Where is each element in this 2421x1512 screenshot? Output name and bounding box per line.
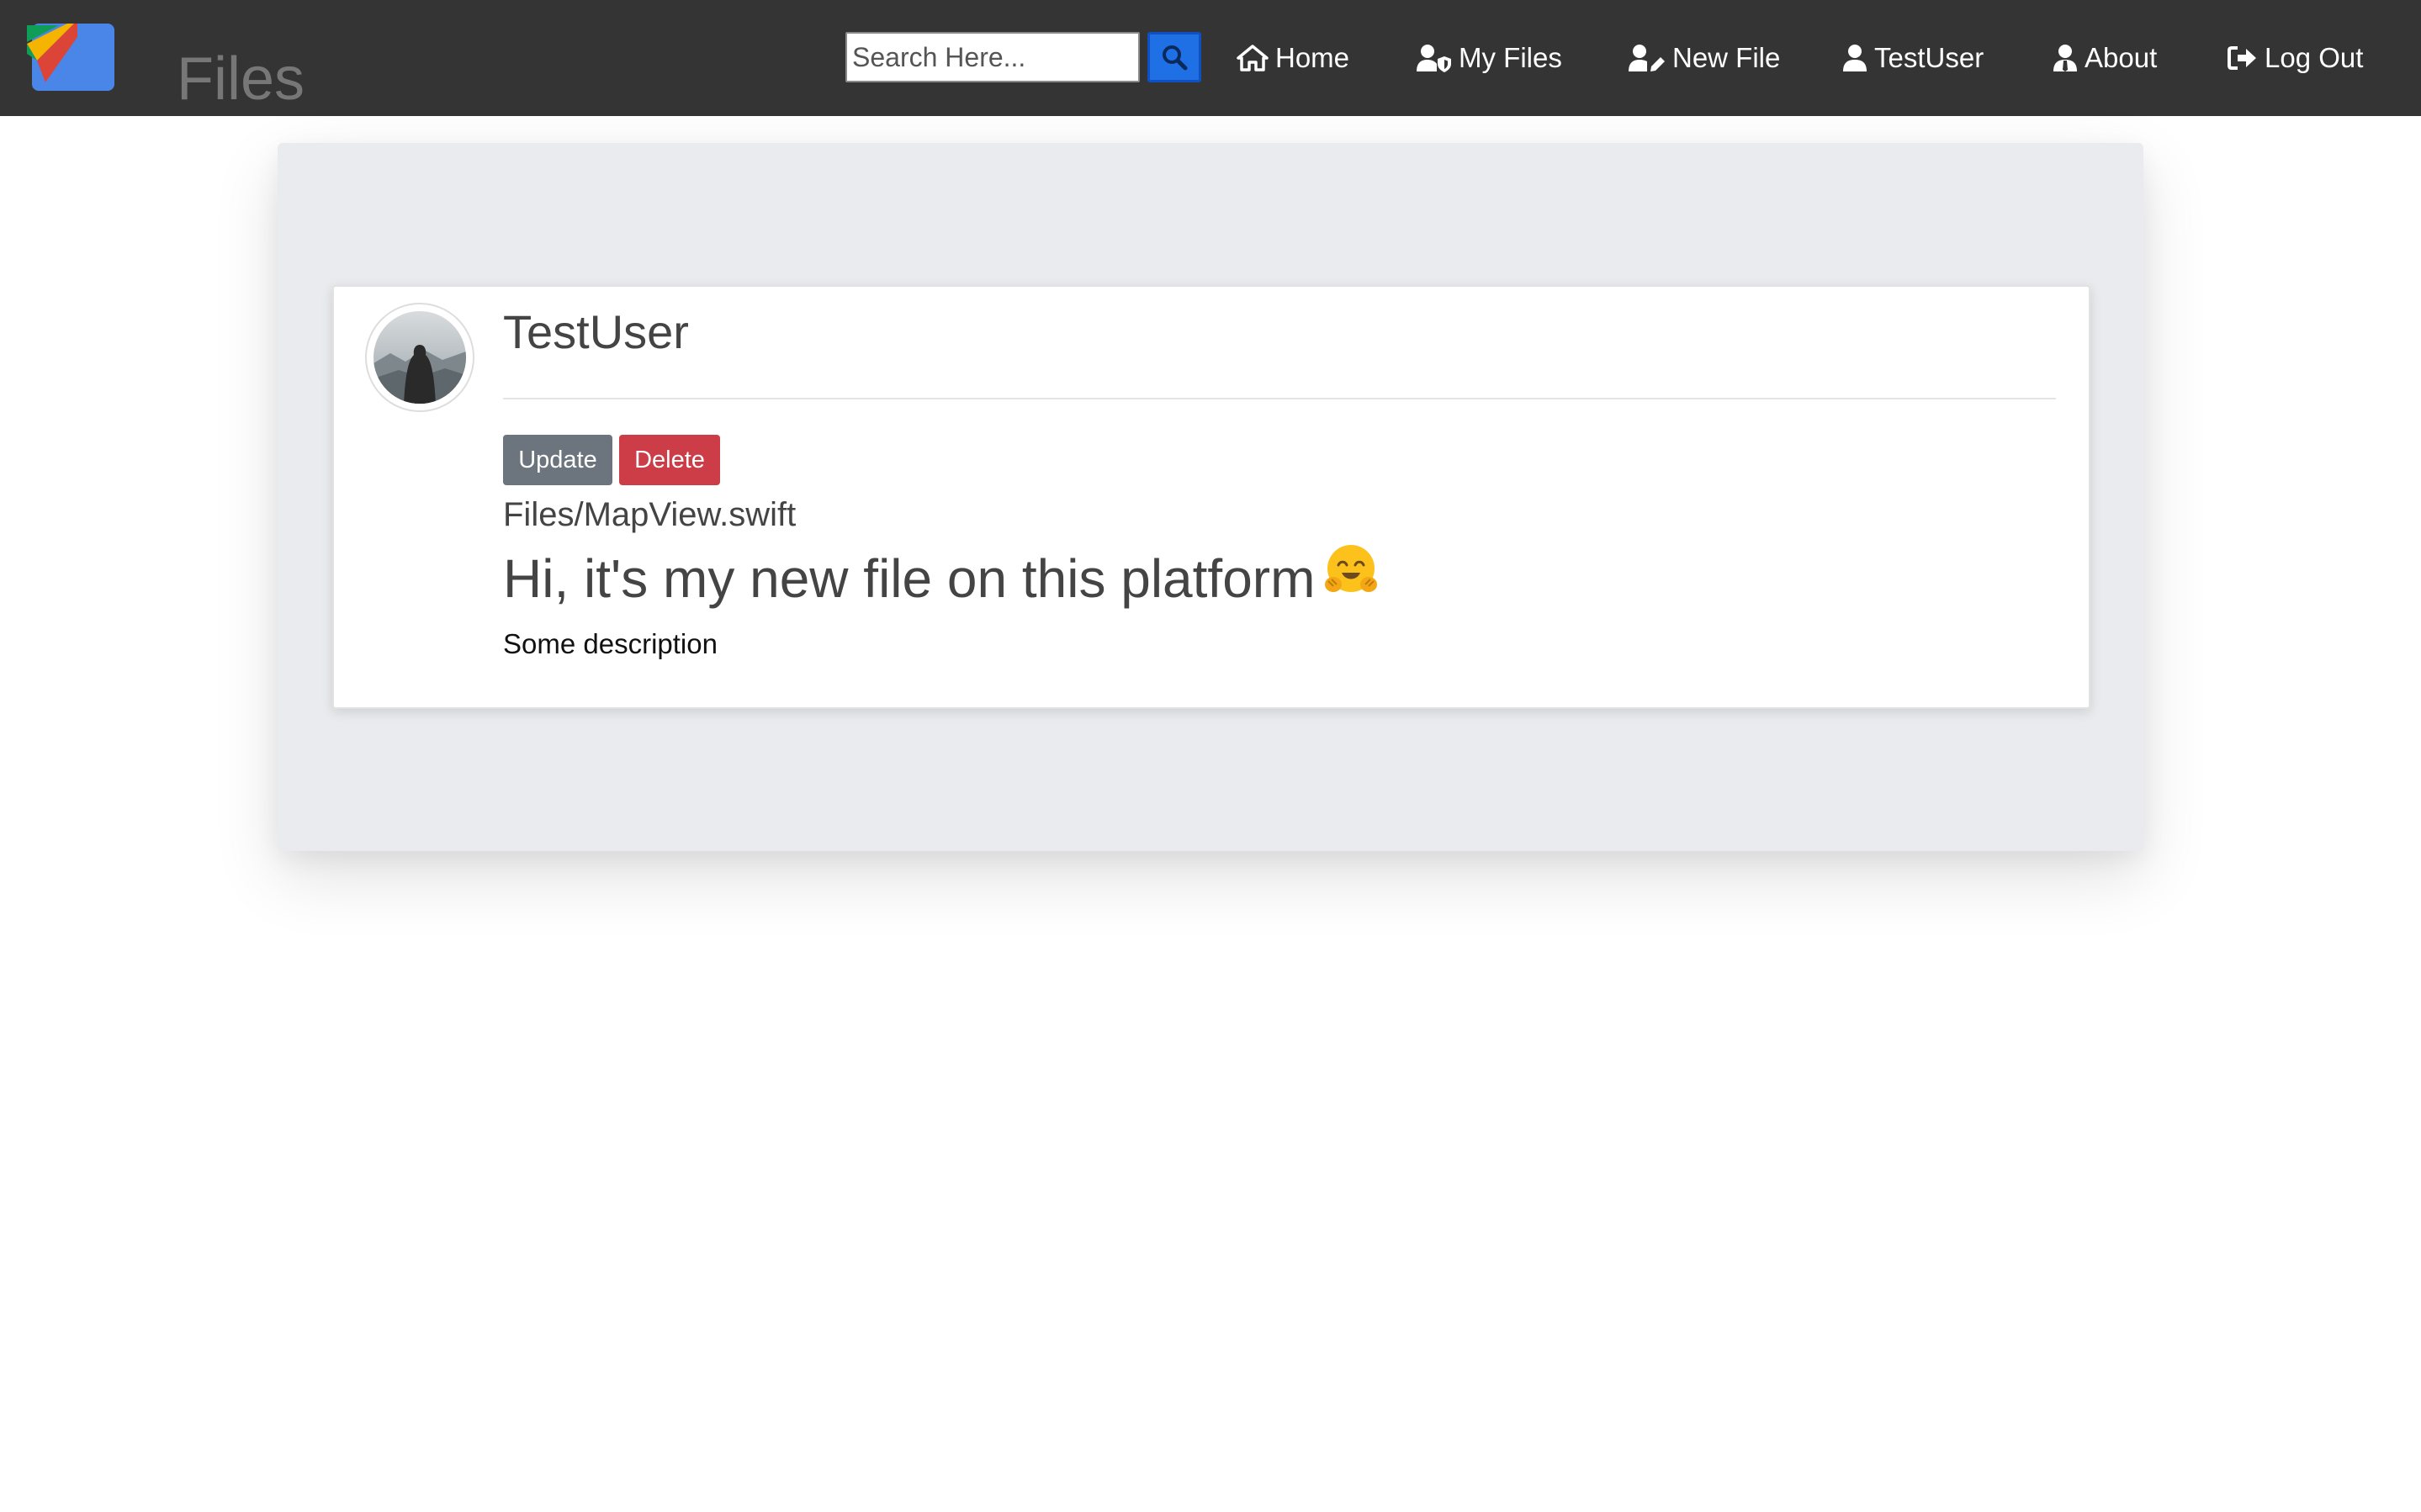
brand-title[interactable]: Files — [177, 45, 305, 113]
nav-log-out-label: Log Out — [2265, 42, 2364, 73]
nav-profile-label: TestUser — [1874, 42, 1984, 73]
home-icon — [1237, 45, 1269, 71]
nav-home[interactable]: Home — [1237, 37, 1349, 79]
avatar[interactable] — [365, 303, 474, 412]
nav-profile[interactable]: TestUser — [1842, 37, 1984, 79]
post-description: Some description — [503, 628, 718, 659]
search-icon — [1163, 45, 1188, 71]
nav-about-label: About — [2085, 42, 2158, 73]
divider — [503, 398, 2056, 399]
nav-my-files-label: My Files — [1459, 42, 1562, 73]
user-shield-icon — [1417, 45, 1451, 72]
file-path[interactable]: Files/MapView.swift — [503, 494, 796, 535]
nav-new-file[interactable]: New File — [1629, 37, 1780, 79]
delete-button[interactable]: Delete — [619, 435, 720, 485]
avatar-image-icon — [373, 311, 466, 404]
hugging-face-emoji-icon — [1323, 542, 1379, 613]
nav-my-files[interactable]: My Files — [1417, 37, 1562, 79]
sign-out-icon — [2228, 46, 2256, 70]
post-title-text: Hi, it's my new file on this platform — [503, 548, 1316, 609]
nav-about[interactable]: About — [2053, 37, 2157, 79]
user-icon — [1843, 45, 1867, 71]
user-tie-icon — [2053, 45, 2077, 71]
files-logo-icon[interactable] — [25, 20, 116, 93]
search-input[interactable] — [845, 32, 1140, 82]
nav-home-label: Home — [1275, 42, 1350, 73]
user-edit-icon — [1629, 45, 1665, 71]
top-navbar: Files Home My Files New File — [0, 0, 2421, 116]
post-title: Hi, it's my new file on this platform — [503, 545, 1379, 618]
brand[interactable]: Files — [25, 20, 305, 113]
search-button[interactable] — [1147, 32, 1201, 82]
nav-log-out[interactable]: Log Out — [2228, 37, 2363, 79]
nav-new-file-label: New File — [1672, 42, 1781, 73]
post-author[interactable]: TestUser — [503, 303, 689, 362]
update-button[interactable]: Update — [503, 435, 612, 485]
